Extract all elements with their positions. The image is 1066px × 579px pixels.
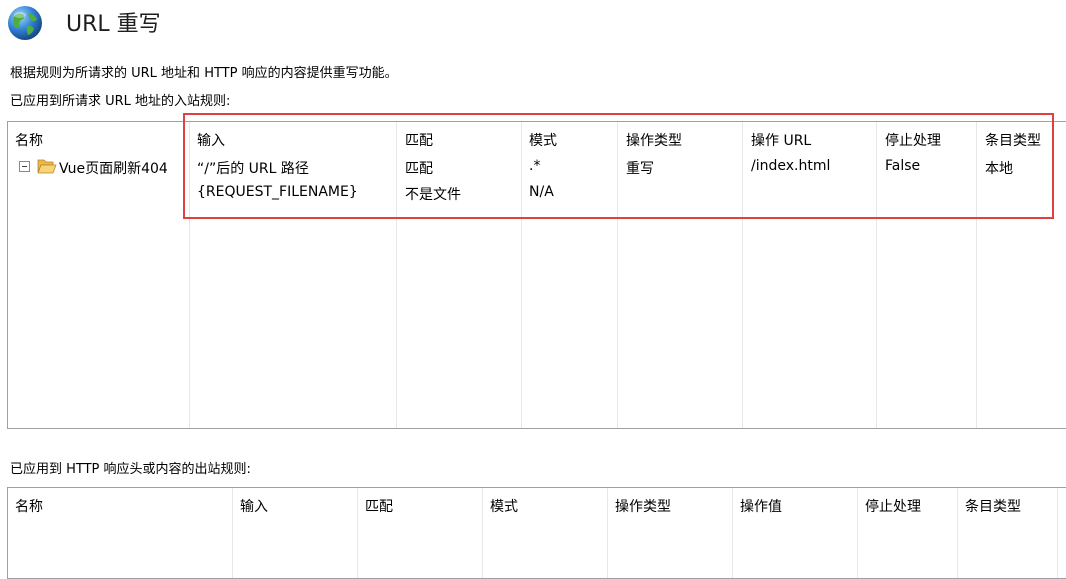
column-divider: [607, 488, 608, 578]
column-header-match[interactable]: 匹配: [365, 496, 393, 516]
open-folder-icon: [37, 159, 57, 174]
page-description: 根据规则为所请求的 URL 地址和 HTTP 响应的内容提供重写功能。: [10, 66, 398, 81]
column-divider: [857, 488, 858, 578]
column-header-entry-type[interactable]: 条目类型: [965, 496, 1021, 516]
globe-icon: [8, 6, 42, 40]
column-divider: [482, 488, 483, 578]
column-header-stop-processing[interactable]: 停止处理: [865, 496, 921, 516]
column-divider: [232, 488, 233, 578]
column-header-action-value[interactable]: 操作值: [740, 496, 782, 516]
outbound-rules-label: 已应用到 HTTP 响应头或内容的出站规则:: [10, 462, 251, 477]
column-header-pattern[interactable]: 模式: [490, 496, 518, 516]
column-header-input[interactable]: 输入: [240, 496, 268, 516]
column-divider: [1057, 488, 1058, 578]
highlight-box: [183, 113, 1054, 219]
column-divider: [357, 488, 358, 578]
collapse-toggle-icon[interactable]: [19, 161, 30, 172]
column-header-action-type[interactable]: 操作类型: [615, 496, 671, 516]
column-header-name[interactable]: 名称: [15, 496, 43, 516]
rule-name[interactable]: Vue页面刷新404: [59, 158, 168, 178]
column-divider: [732, 488, 733, 578]
column-header-name[interactable]: 名称: [15, 130, 43, 150]
inbound-rules-label: 已应用到所请求 URL 地址的入站规则:: [10, 94, 231, 109]
column-divider: [957, 488, 958, 578]
outbound-rules-list[interactable]: 名称 输入 匹配 模式 操作类型 操作值 停止处理 条目类型: [7, 487, 1066, 579]
page-title: URL 重写: [66, 12, 161, 37]
